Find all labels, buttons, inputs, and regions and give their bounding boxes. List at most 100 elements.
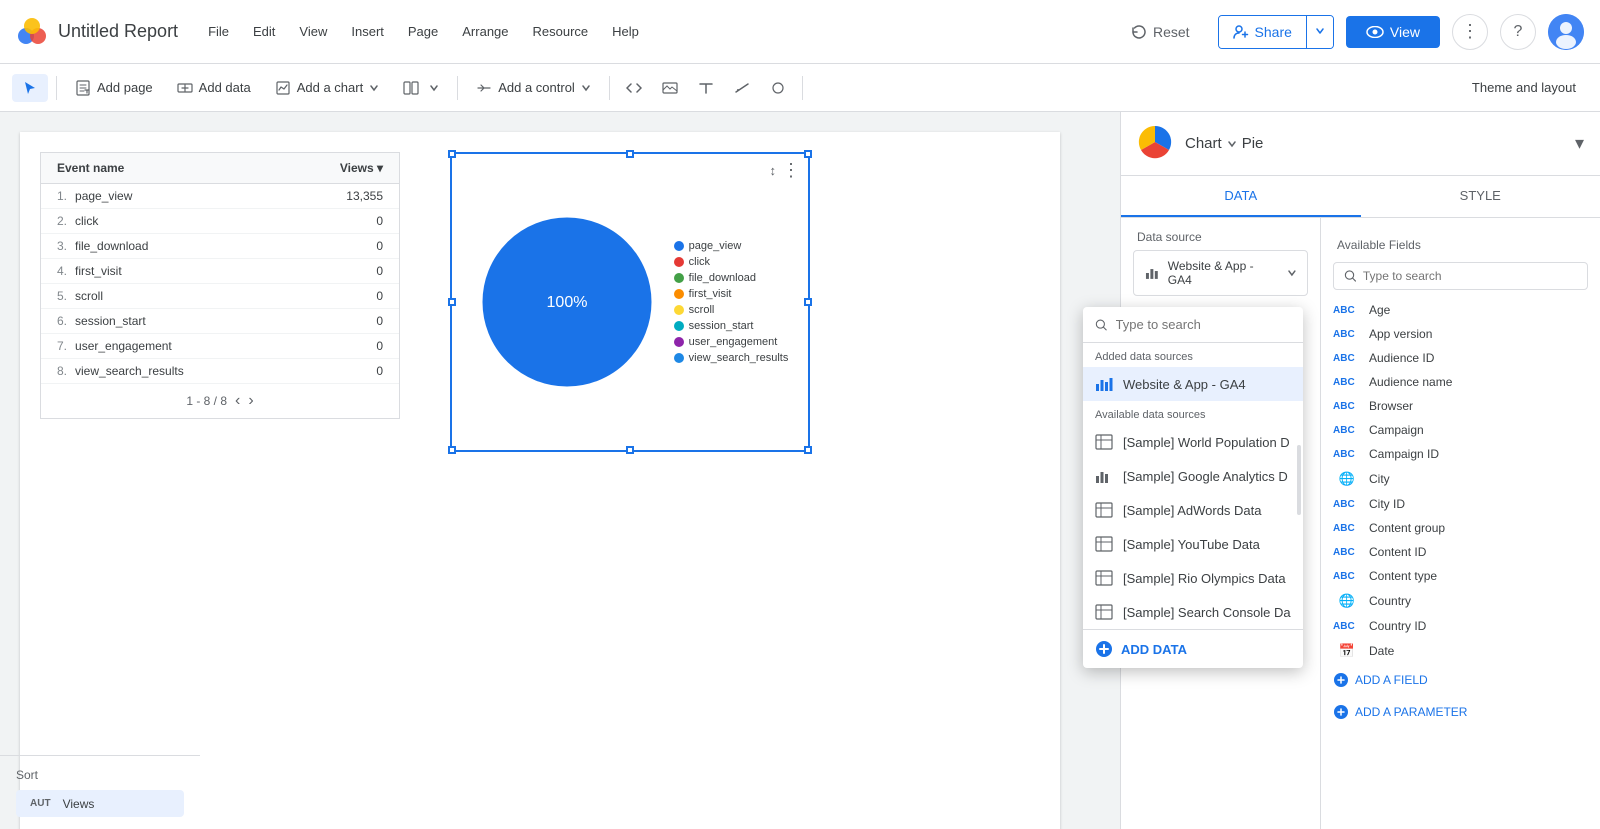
view-button[interactable]: View <box>1346 16 1440 48</box>
field-item-app-version[interactable]: ABCApp version <box>1321 322 1600 346</box>
reset-button[interactable]: Reset <box>1115 16 1206 48</box>
datasource-item-google-analytics[interactable]: [Sample] Google Analytics D <box>1083 459 1303 493</box>
table-row: 3.file_download0 <box>41 234 399 259</box>
add-page-button[interactable]: Add page <box>65 74 163 102</box>
pie-chart-widget[interactable]: ↕ ⋮ 100% page_view click file_download <box>450 152 810 452</box>
legend-item: scroll <box>674 304 789 316</box>
field-item-content-type[interactable]: ABCContent type <box>1321 564 1600 588</box>
text-icon <box>698 80 714 96</box>
toolbar-divider-3 <box>609 76 610 100</box>
image-icon <box>662 80 678 96</box>
scorecard-icon <box>403 80 423 96</box>
table-row: 1.page_view13,355 <box>41 184 399 209</box>
pie-chart-svg: 100% <box>472 207 662 397</box>
datasource-item-search-console[interactable]: [Sample] Search Console Da <box>1083 595 1303 629</box>
add-scorecard-button[interactable] <box>393 74 449 102</box>
sort-icon[interactable]: ↕ <box>770 163 777 178</box>
menu-view[interactable]: View <box>289 18 337 45</box>
add-parameter-button[interactable]: ADD A PARAMETER <box>1321 696 1600 728</box>
avatar[interactable] <box>1548 14 1584 50</box>
canvas-area[interactable]: Event name Views ▾ 1.page_view13,355 2.c… <box>0 112 1120 829</box>
field-item-content-id[interactable]: ABCContent ID <box>1321 540 1600 564</box>
field-item-content-group[interactable]: ABCContent group <box>1321 516 1600 540</box>
datasource-item-youtube[interactable]: [Sample] YouTube Data <box>1083 527 1303 561</box>
menu-edit[interactable]: Edit <box>243 18 285 45</box>
add-control-button[interactable]: Add a control <box>466 74 601 102</box>
legend-item: click <box>674 256 789 268</box>
field-item-campaign[interactable]: ABCCampaign <box>1321 418 1600 442</box>
chart-panel-header: Chart Pie ▾ <box>1121 112 1600 176</box>
datasource-item-world-pop[interactable]: [Sample] World Population D <box>1083 425 1303 459</box>
top-bar: Untitled Report File Edit View Insert Pa… <box>0 0 1600 64</box>
select-tool-button[interactable] <box>12 74 48 102</box>
menu-resource[interactable]: Resource <box>523 18 599 45</box>
shape-button[interactable] <box>762 72 794 104</box>
data-source-label: Data source <box>1121 218 1320 250</box>
field-item-city-id[interactable]: ABCCity ID <box>1321 492 1600 516</box>
prev-page-button[interactable]: ‹ <box>235 392 240 410</box>
chart-more-icon[interactable]: ⋮ <box>782 160 800 181</box>
data-source-selector-content[interactable]: Website & App - GA4 <box>1134 251 1307 295</box>
legend-item: user_engagement <box>674 336 789 348</box>
field-item-audience-id[interactable]: ABCAudience ID <box>1321 346 1600 370</box>
field-item-campaign-id[interactable]: ABCCampaign ID <box>1321 442 1600 466</box>
share-button[interactable]: Share <box>1219 16 1306 48</box>
breadcrumb-arrow-icon <box>1226 138 1238 150</box>
main-area: Event name Views ▾ 1.page_view13,355 2.c… <box>0 112 1600 829</box>
field-item-country-id[interactable]: ABCCountry ID <box>1321 614 1600 638</box>
datasource-search-bar[interactable] <box>1083 307 1303 343</box>
menu-insert[interactable]: Insert <box>341 18 394 45</box>
datasource-search-input[interactable] <box>1116 317 1291 332</box>
datasource-search-icon <box>1095 318 1108 332</box>
search-icon <box>1344 269 1357 283</box>
next-page-button[interactable]: › <box>248 392 253 410</box>
legend-item: view_search_results <box>674 352 789 364</box>
table-col-views: Views ▾ <box>340 161 383 175</box>
add-data-button[interactable]: ADD DATA <box>1083 629 1303 668</box>
field-item-city[interactable]: 🌐 City <box>1321 466 1600 492</box>
legend-item: file_download <box>674 272 789 284</box>
canvas-page[interactable]: Event name Views ▾ 1.page_view13,355 2.c… <box>20 132 1060 829</box>
data-source-selector[interactable]: Website & App - GA4 <box>1133 250 1308 296</box>
field-item-age[interactable]: ABCAge <box>1321 298 1600 322</box>
share-dropdown-button[interactable] <box>1306 16 1333 48</box>
datasource-item-ga4[interactable]: Website & App - GA4 <box>1083 367 1303 401</box>
bar-chart-icon-2 <box>1095 467 1113 485</box>
menu-help[interactable]: Help <box>602 18 649 45</box>
field-item-browser[interactable]: ABCBrowser <box>1321 394 1600 418</box>
menu-arrange[interactable]: Arrange <box>452 18 518 45</box>
line-button[interactable] <box>726 72 758 104</box>
image-button[interactable] <box>654 72 686 104</box>
tab-data[interactable]: DATA <box>1121 176 1361 217</box>
fields-search-box[interactable] <box>1333 262 1588 290</box>
shape-icon <box>770 80 786 96</box>
panel-collapse-button[interactable]: ▾ <box>1575 133 1584 154</box>
embed-button[interactable] <box>618 72 650 104</box>
fields-search-input[interactable] <box>1363 269 1577 283</box>
datasource-item-rio-olympics[interactable]: [Sample] Rio Olympics Data <box>1083 561 1303 595</box>
text-button[interactable] <box>690 72 722 104</box>
line-icon <box>734 80 750 96</box>
table-col-event: Event name <box>57 161 124 175</box>
table-widget[interactable]: Event name Views ▾ 1.page_view13,355 2.c… <box>40 152 400 419</box>
logo: Untitled Report <box>16 16 186 48</box>
app-logo <box>16 16 48 48</box>
dropdown-scrollbar <box>1297 445 1301 515</box>
menu-file[interactable]: File <box>198 18 239 45</box>
more-options-button[interactable]: ⋮ <box>1452 14 1488 50</box>
field-item-audience-name[interactable]: ABCAudience name <box>1321 370 1600 394</box>
add-field-button[interactable]: ADD A FIELD <box>1321 664 1600 696</box>
field-item-country[interactable]: 🌐 Country <box>1321 588 1600 614</box>
table-icon-4 <box>1095 535 1113 553</box>
table-icon-1 <box>1095 433 1113 451</box>
menu-page[interactable]: Page <box>398 18 448 45</box>
field-item-date[interactable]: 📅 Date <box>1321 638 1600 664</box>
datasource-item-adwords[interactable]: [Sample] AdWords Data <box>1083 493 1303 527</box>
bar-chart-ga4-icon <box>1095 375 1113 393</box>
help-button[interactable]: ? <box>1500 14 1536 50</box>
tab-style[interactable]: STYLE <box>1361 176 1600 217</box>
theme-layout-button[interactable]: Theme and layout <box>1460 74 1588 101</box>
add-chart-button[interactable]: Add a chart <box>265 74 390 102</box>
add-data-button[interactable]: Add data <box>167 74 261 102</box>
table-icon-6 <box>1095 603 1113 621</box>
